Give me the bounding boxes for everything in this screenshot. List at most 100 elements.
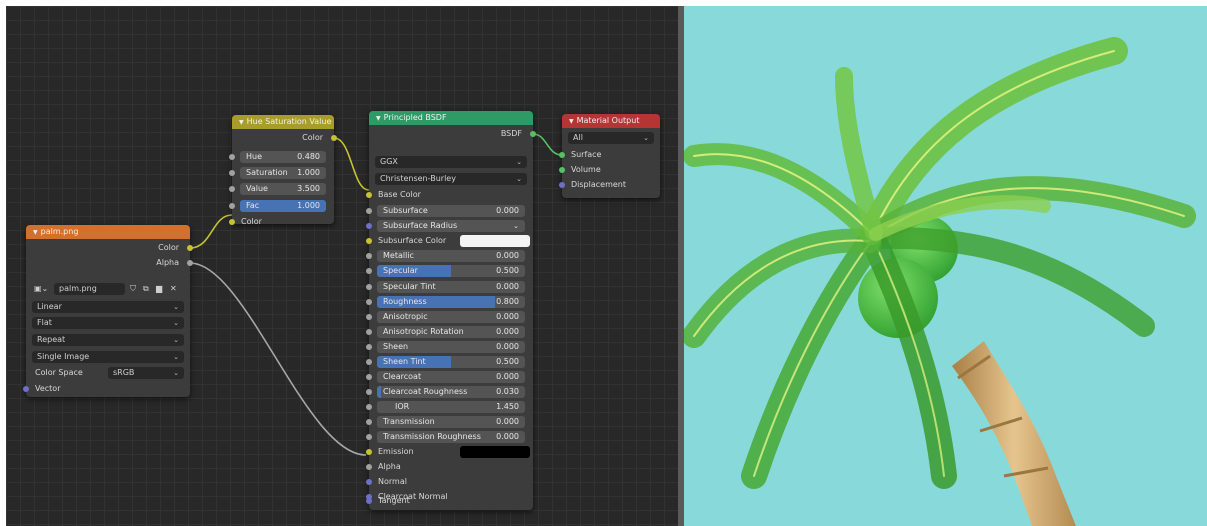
input-vector-socket[interactable]	[23, 386, 29, 392]
transmission-roughness-field[interactable]: Transmission Roughness 0.000	[377, 431, 525, 443]
open-folder-icon[interactable]: ▆	[156, 283, 162, 295]
collapse-triangle-icon[interactable]: ▼	[569, 118, 574, 125]
metallic-socket[interactable]	[366, 253, 372, 259]
anisotropic-rotation-label: Anisotropic Rotation	[383, 327, 464, 336]
fac-field[interactable]: Fac 1.000	[240, 200, 326, 212]
principled-bsdf-node[interactable]: ▼ Principled BSDF BSDF GGX ⌄ Christensen-…	[366, 111, 536, 510]
hue-socket[interactable]	[229, 154, 235, 160]
normal-input-socket[interactable]	[366, 479, 372, 485]
ior-field[interactable]: IOR 1.450	[377, 401, 525, 413]
emission-socket[interactable]	[366, 449, 372, 455]
hue-row: Hue 0.480	[229, 150, 334, 164]
specular-tint-socket[interactable]	[366, 284, 372, 290]
displacement-input-row: Displacement	[559, 178, 660, 192]
interpolation-dropdown[interactable]: Linear ⌄	[32, 301, 184, 313]
subsurface-radius-socket[interactable]	[366, 223, 372, 229]
collapse-triangle-icon[interactable]: ▼	[33, 229, 38, 236]
base-color-socket[interactable]	[366, 192, 372, 198]
image-name-field[interactable]: palm.png	[54, 283, 125, 295]
surface-input-socket[interactable]	[559, 152, 565, 158]
sheen-label: Sheen	[383, 342, 409, 351]
value-field[interactable]: Value 3.500	[240, 183, 326, 195]
alpha-input-socket[interactable]	[366, 464, 372, 470]
emission-color-swatch[interactable]	[460, 446, 530, 458]
anisotropic-field[interactable]: Anisotropic 0.000	[377, 311, 525, 323]
fac-socket[interactable]	[229, 203, 235, 209]
specular-socket[interactable]	[366, 268, 372, 274]
clearcoat-socket[interactable]	[366, 374, 372, 380]
output-alpha-socket[interactable]	[187, 260, 193, 266]
image-texture-node[interactable]: ▼ palm.png Color Alpha ▣⌄ palm.png ⛉ ⧉ ▆ …	[23, 225, 193, 397]
clearcoat-roughness-socket[interactable]	[366, 389, 372, 395]
hue-saturation-header[interactable]: ▼ Hue Saturation Value	[232, 115, 334, 129]
sheen-tint-field[interactable]: Sheen Tint 0.500	[377, 356, 525, 368]
ior-label: IOR	[395, 402, 410, 411]
unlink-close-icon[interactable]: ✕	[170, 283, 177, 295]
fake-user-shield-icon[interactable]: ⛉	[130, 283, 136, 295]
specular-field[interactable]: Specular 0.500	[377, 265, 525, 277]
saturation-field[interactable]: Saturation 1.000	[240, 167, 326, 179]
link-hsv-to-basecolor	[333, 137, 370, 191]
subsurface-socket[interactable]	[366, 208, 372, 214]
sheen-field[interactable]: Sheen 0.000	[377, 341, 525, 353]
hsv-output-row: Color	[232, 131, 337, 145]
clearcoat-roughness-field[interactable]: Clearcoat Roughness 0.030	[377, 386, 525, 398]
extension-dropdown[interactable]: Repeat ⌄	[32, 334, 184, 346]
projection-dropdown[interactable]: Flat ⌄	[32, 317, 184, 329]
volume-input-socket[interactable]	[559, 167, 565, 173]
metallic-field[interactable]: Metallic 0.000	[377, 250, 525, 262]
shader-node-editor[interactable]: ▼ palm.png Color Alpha ▣⌄ palm.png ⛉ ⧉ ▆ …	[6, 6, 678, 526]
roughness-socket[interactable]	[366, 299, 372, 305]
transmission-field[interactable]: Transmission 0.000	[377, 416, 525, 428]
subsurface-method-dropdown[interactable]: Christensen-Burley ⌄	[375, 173, 527, 185]
ior-value: 1.450	[496, 402, 519, 411]
distribution-row: GGX ⌄	[369, 155, 533, 169]
chevron-down-icon: ⌄	[173, 303, 179, 311]
distribution-dropdown[interactable]: GGX ⌄	[375, 156, 527, 168]
target-dropdown[interactable]: All ⌄	[568, 132, 654, 144]
hue-saturation-node[interactable]: ▼ Hue Saturation Value Color Hue 0.480 Sa…	[229, 115, 337, 226]
anisotropic-rotation-field[interactable]: Anisotropic Rotation 0.000	[377, 326, 525, 338]
source-dropdown[interactable]: Single Image ⌄	[32, 351, 184, 363]
transmission-socket[interactable]	[366, 419, 372, 425]
transmission-label: Transmission	[383, 417, 435, 426]
duplicate-image-icon[interactable]: ⧉	[143, 283, 149, 295]
subsurface-radius-field[interactable]: Subsurface Radius ⌄	[377, 220, 525, 232]
saturation-socket[interactable]	[229, 170, 235, 176]
anisotropic-rotation-socket[interactable]	[366, 329, 372, 335]
displacement-input-socket[interactable]	[559, 182, 565, 188]
collapse-triangle-icon[interactable]: ▼	[239, 119, 244, 126]
ior-socket[interactable]	[366, 404, 372, 410]
value-socket[interactable]	[229, 186, 235, 192]
transmission-roughness-socket[interactable]	[366, 434, 372, 440]
subsurface-color-socket[interactable]	[366, 238, 372, 244]
sheen-tint-value: 0.500	[496, 357, 519, 366]
hsv-output-socket[interactable]	[331, 135, 337, 141]
material-output-header[interactable]: ▼ Material Output	[562, 114, 660, 128]
projection-value: Flat	[37, 318, 52, 327]
subsurface-color-swatch[interactable]	[460, 235, 530, 247]
bsdf-output-socket[interactable]	[530, 131, 536, 137]
roughness-field[interactable]: Roughness 0.800	[377, 296, 525, 308]
hsv-input-color-socket[interactable]	[229, 219, 235, 225]
color-space-dropdown[interactable]: sRGB ⌄	[108, 367, 184, 379]
sheen-tint-socket[interactable]	[366, 359, 372, 365]
collapse-triangle-icon[interactable]: ▼	[376, 115, 381, 122]
hue-field[interactable]: Hue 0.480	[240, 151, 326, 163]
material-output-node[interactable]: ▼ Material Output All ⌄ Surface Volume Di…	[559, 114, 660, 198]
sheen-socket[interactable]	[366, 344, 372, 350]
subsurface-field[interactable]: Subsurface 0.000	[377, 205, 525, 217]
specular-tint-field[interactable]: Specular Tint 0.000	[377, 281, 525, 293]
anisotropic-socket[interactable]	[366, 314, 372, 320]
clearcoat-roughness-label: Clearcoat Roughness	[383, 387, 468, 396]
principled-bsdf-header[interactable]: ▼ Principled BSDF	[369, 111, 533, 125]
output-color-socket[interactable]	[187, 245, 193, 251]
tangent-input-socket[interactable]	[366, 498, 372, 504]
image-browse-icon[interactable]: ▣⌄	[34, 283, 48, 295]
render-viewport[interactable]	[684, 6, 1207, 526]
image-texture-header[interactable]: ▼ palm.png	[26, 225, 190, 239]
input-vector-row: Vector	[23, 382, 190, 396]
tangent-input-label: Tangent	[378, 496, 410, 505]
clearcoat-roughness-slider-fill	[377, 386, 382, 398]
clearcoat-field[interactable]: Clearcoat 0.000	[377, 371, 525, 383]
